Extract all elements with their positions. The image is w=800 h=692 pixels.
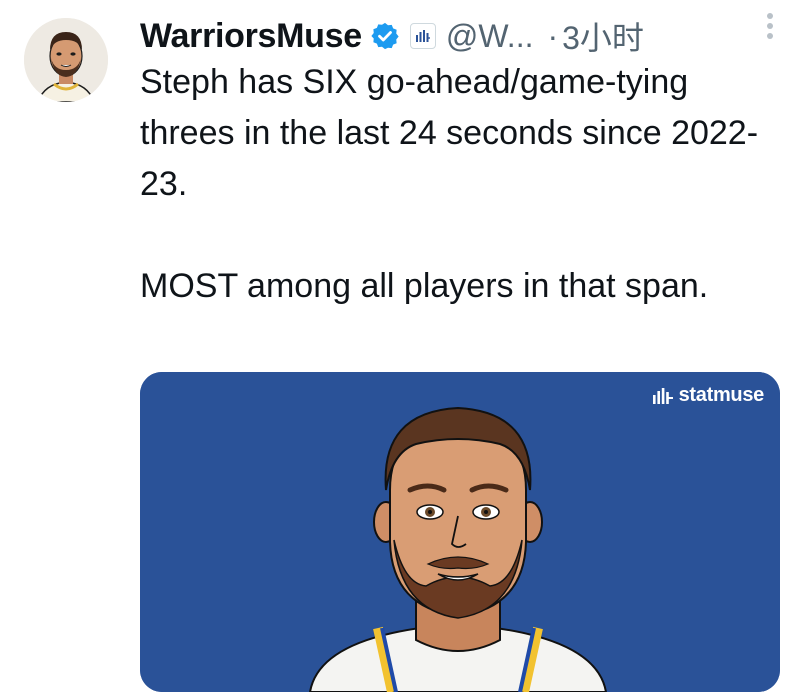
more-options-icon[interactable]: [758, 8, 782, 44]
statmuse-affiliate-icon[interactable]: [409, 23, 436, 49]
separator-dot: ·: [547, 17, 559, 54]
avatar[interactable]: [24, 18, 108, 102]
statmuse-brand-label: statmuse: [678, 384, 765, 406]
tweet-card: WarriorsMuse @W... · 3小时 Steph has SIX g…: [0, 0, 800, 692]
tweet-paragraph-2: MOST among all players in that span.: [140, 267, 709, 305]
tweet-header: WarriorsMuse @W... · 3小时: [140, 12, 780, 60]
tweet-media-image[interactable]: statmuse: [140, 372, 780, 692]
statmuse-logo-icon: [652, 387, 673, 404]
tweet-text: Steph has SIX go-ahead/game-tying threes…: [140, 57, 790, 312]
player-illustration: [140, 372, 780, 692]
verified-badge-icon[interactable]: [370, 21, 400, 51]
display-name[interactable]: WarriorsMuse: [140, 17, 362, 56]
avatar-illustration: [24, 18, 108, 102]
statmuse-watermark: statmuse: [652, 384, 764, 407]
author-handle[interactable]: @W...: [446, 18, 534, 55]
tweet-paragraph-1: Steph has SIX go-ahead/game-tying threes…: [140, 63, 759, 203]
timestamp[interactable]: 3小时: [562, 13, 644, 59]
